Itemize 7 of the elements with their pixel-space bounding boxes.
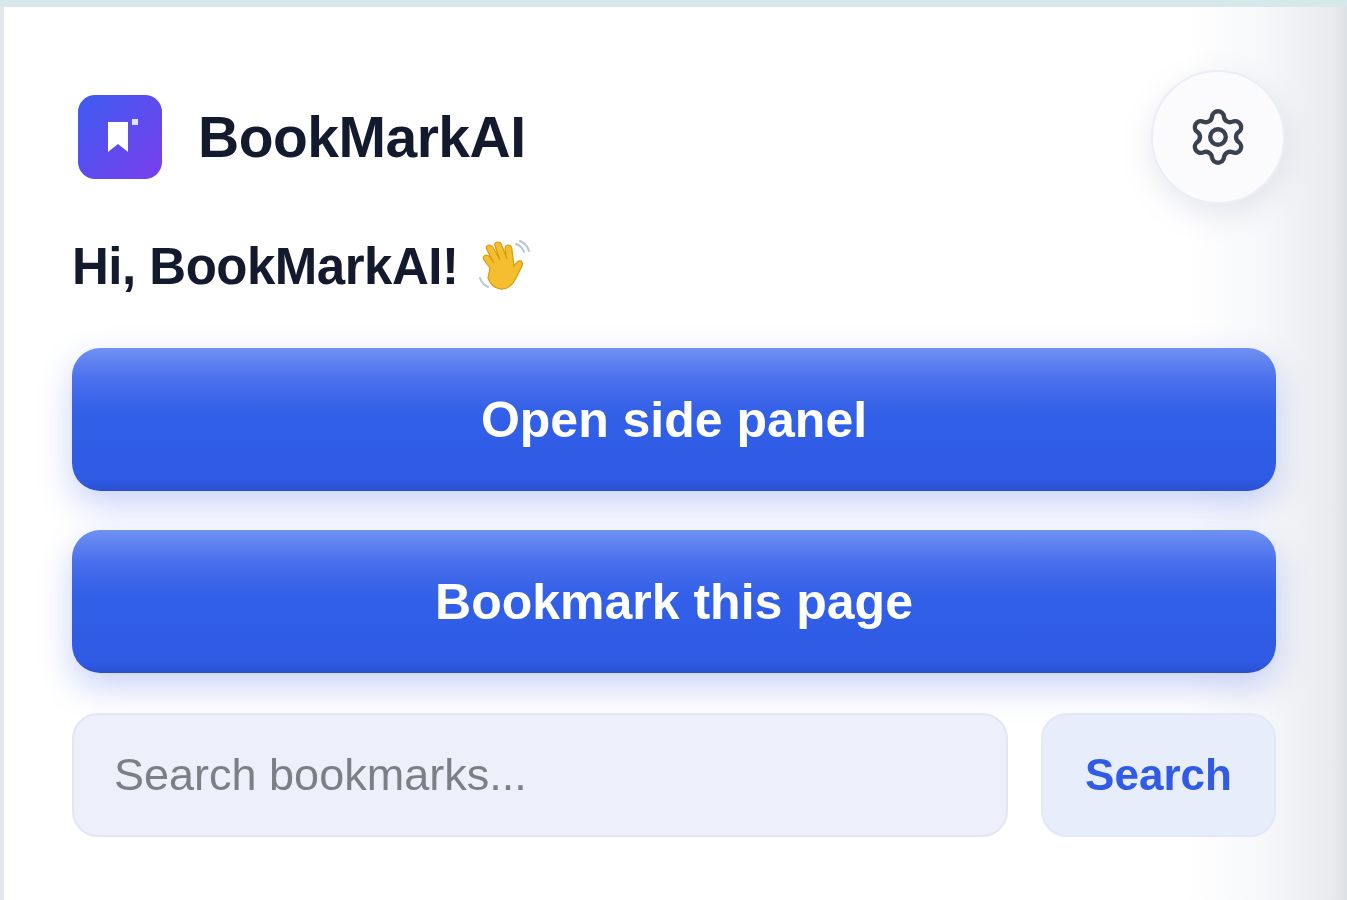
search-button[interactable]: Search: [1041, 713, 1276, 837]
action-button[interactable]: Open side panel: [72, 348, 1276, 491]
greeting-text: Hi, BookMarkAI!: [72, 236, 459, 296]
bookmark-logo-icon: [78, 95, 162, 179]
search-field[interactable]: Search bookmarks...: [72, 713, 1008, 837]
action-button[interactable]: Bookmark this page: [72, 530, 1276, 673]
app-name: BookMarkAI: [198, 104, 526, 170]
